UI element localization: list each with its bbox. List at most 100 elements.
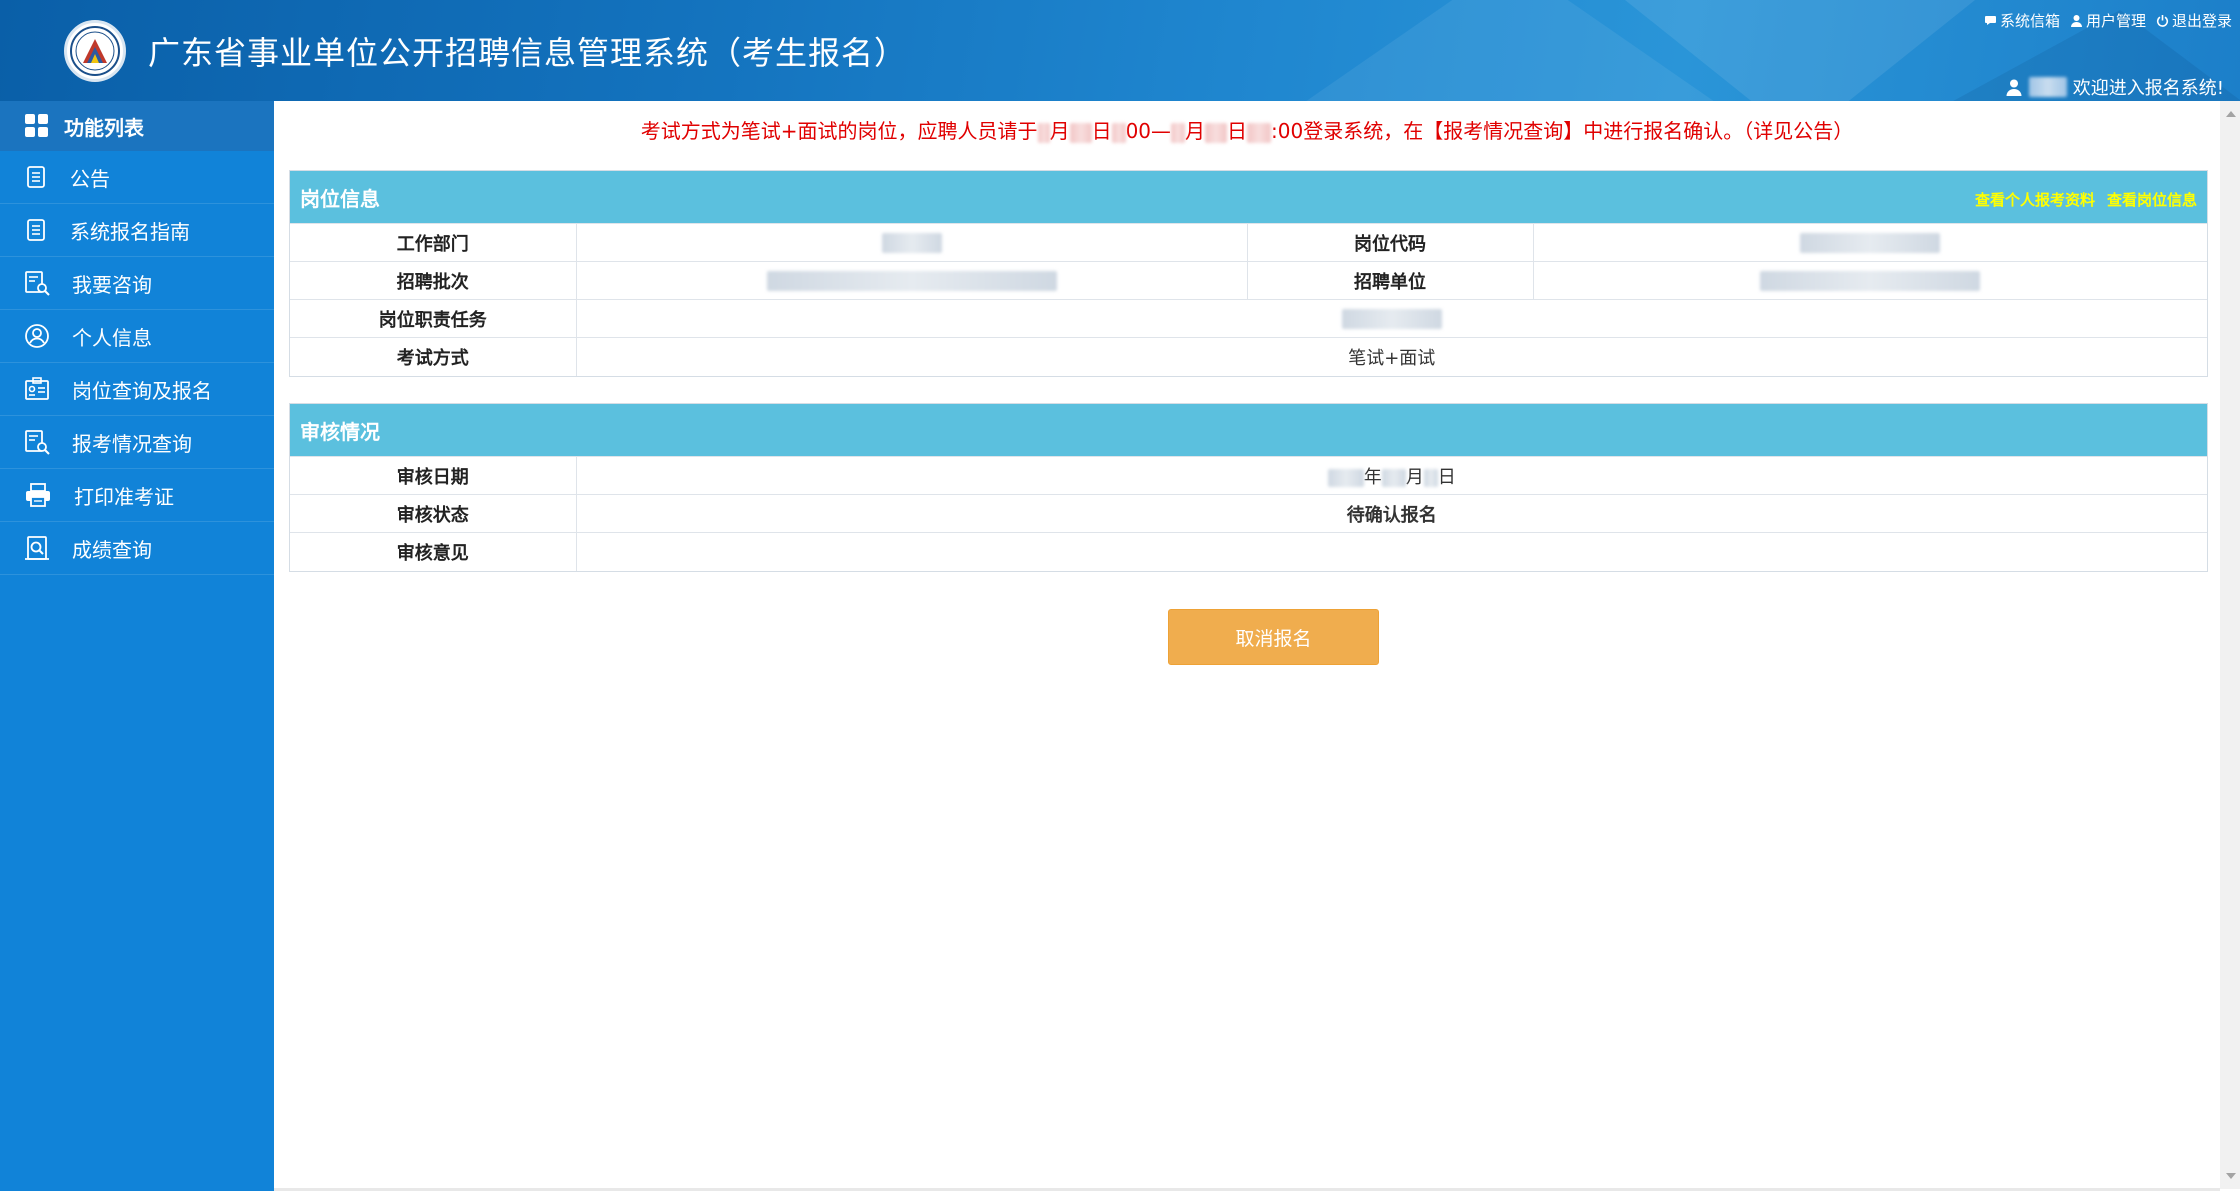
power-icon bbox=[2156, 15, 2169, 27]
panel-title: 岗位信息 bbox=[300, 186, 380, 211]
exam-method-value: 笔试+面试 bbox=[576, 337, 2207, 376]
field-label: 招聘单位 bbox=[1246, 261, 1534, 300]
notice-text: 日 bbox=[1091, 119, 1112, 143]
notice-text: 日 bbox=[1227, 119, 1248, 143]
redacted-value bbox=[766, 271, 1057, 291]
user-management-link[interactable]: 用户管理 bbox=[2070, 10, 2146, 31]
document-search-icon bbox=[25, 271, 50, 296]
redacted-value bbox=[1205, 122, 1228, 143]
panel-links: 查看个人报考资料 查看岗位信息 bbox=[1975, 189, 2197, 210]
sidebar-item-label: 岗位查询及报名 bbox=[72, 378, 212, 403]
field-label: 岗位职责任务 bbox=[290, 299, 577, 338]
redacted-username bbox=[2028, 77, 2067, 97]
review-table: 审核日期 年 月日 审核状态 待确认报名 审核意见 bbox=[290, 456, 2207, 571]
registration-notice: 考试方式为笔试+面试的岗位，应聘人员请于月日 00— 月日:00登录系统，在【报考情… bbox=[274, 115, 2220, 144]
table-row: 审核日期 年 月日 bbox=[290, 456, 2207, 495]
document-search-icon bbox=[25, 430, 50, 455]
date-part: 日 bbox=[1437, 466, 1456, 488]
sidebar-item-label: 公告 bbox=[70, 166, 110, 191]
review-status-value: 待确认报名 bbox=[576, 494, 2207, 533]
table-row: 考试方式 笔试+面试 bbox=[290, 337, 2207, 376]
sidebar-item-label: 成绩查询 bbox=[72, 537, 152, 562]
printer-icon bbox=[26, 483, 50, 507]
top-header: 广东省事业单位公开招聘信息管理系统（考生报名） 系统信箱 用户管理 退出登录 欢… bbox=[0, 0, 2240, 101]
duty-value bbox=[576, 299, 2207, 338]
page-title: 广东省事业单位公开招聘信息管理系统（考生报名） bbox=[148, 34, 908, 72]
redacted-value bbox=[1327, 468, 1364, 487]
position-code-value bbox=[1533, 223, 2207, 262]
sidebar-item-label: 系统报名指南 bbox=[70, 219, 190, 244]
sidebar-item-label: 打印准考证 bbox=[74, 484, 174, 509]
sidebar-item-label: 个人信息 bbox=[72, 325, 152, 350]
unit-value bbox=[1533, 261, 2207, 300]
vertical-scrollbar[interactable] bbox=[2220, 101, 2240, 1189]
date-part: 月 bbox=[1405, 466, 1424, 488]
sidebar-item-print-admission[interactable]: 打印准考证 bbox=[0, 469, 274, 522]
redacted-value bbox=[1760, 271, 1981, 291]
welcome-message: 欢迎进入报名系统! bbox=[2005, 74, 2224, 100]
table-row: 岗位职责任务 bbox=[290, 299, 2207, 338]
notice-text: 00— bbox=[1125, 119, 1172, 143]
redacted-value bbox=[1171, 122, 1186, 143]
sidebar-item-label: 我要咨询 bbox=[72, 272, 152, 297]
user-icon bbox=[2006, 79, 2022, 96]
field-label: 考试方式 bbox=[290, 337, 577, 376]
scroll-up-icon[interactable] bbox=[2226, 111, 2236, 117]
document-list-icon bbox=[27, 219, 45, 241]
sidebar-item-personal-info[interactable]: 个人信息 bbox=[0, 310, 274, 363]
sidebar-item-application-status[interactable]: 报考情况查询 bbox=[0, 416, 274, 469]
logout-link[interactable]: 退出登录 bbox=[2156, 10, 2232, 31]
sidebar-item-score-query[interactable]: 成绩查询 bbox=[0, 522, 274, 575]
sidebar-item-consult[interactable]: 我要咨询 bbox=[0, 257, 274, 310]
view-profile-link[interactable]: 查看个人报考资料 bbox=[1975, 189, 2095, 210]
document-list-icon bbox=[27, 166, 45, 188]
field-label: 工作部门 bbox=[290, 223, 577, 262]
id-card-search-icon bbox=[25, 377, 49, 400]
date-part: 年 bbox=[1363, 466, 1382, 488]
notice-text: 月 bbox=[1185, 119, 1206, 143]
welcome-text: 欢迎进入报名系统! bbox=[2072, 78, 2224, 99]
table-row: 审核意见 bbox=[290, 532, 2207, 571]
field-label: 岗位代码 bbox=[1246, 223, 1534, 262]
batch-value bbox=[576, 261, 1247, 300]
sidebar-item-label: 报考情况查询 bbox=[72, 431, 192, 456]
grid-icon bbox=[25, 114, 48, 137]
sidebar-item-announcement[interactable]: 公告 bbox=[0, 151, 274, 204]
review-date-value: 年 月日 bbox=[576, 456, 2207, 495]
cancel-registration-button[interactable]: 取消报名 bbox=[1168, 609, 1379, 665]
user-circle-icon bbox=[25, 324, 49, 348]
redacted-value bbox=[881, 233, 942, 253]
redacted-value bbox=[1069, 122, 1092, 143]
scroll-down-icon[interactable] bbox=[2226, 1173, 2236, 1179]
field-label: 审核状态 bbox=[290, 494, 577, 533]
logout-link-label: 退出登录 bbox=[2171, 12, 2232, 30]
table-row: 招聘批次 招聘单位 bbox=[290, 261, 2207, 300]
redacted-value bbox=[1800, 233, 1941, 253]
notice-text: :00登录系统，在【报考情况查询】中进行报名确认。（详见公告） bbox=[1271, 119, 1854, 143]
score-search-icon bbox=[25, 536, 49, 560]
message-icon bbox=[1984, 16, 1996, 25]
redacted-value bbox=[1423, 468, 1438, 487]
redacted-value bbox=[1037, 122, 1050, 143]
user-management-link-label: 用户管理 bbox=[2085, 12, 2146, 30]
redacted-value bbox=[1341, 309, 1442, 329]
field-label: 审核日期 bbox=[290, 456, 577, 495]
panel-title: 审核情况 bbox=[300, 419, 380, 444]
mailbox-link-label: 系统信箱 bbox=[1999, 12, 2060, 30]
redacted-value bbox=[1111, 122, 1126, 143]
panel-header: 岗位信息 查看个人报考资料 查看岗位信息 bbox=[290, 171, 2207, 223]
sidebar-heading: 功能列表 bbox=[0, 101, 274, 151]
field-label: 招聘批次 bbox=[290, 261, 577, 300]
top-links: 系统信箱 用户管理 退出登录 bbox=[1984, 10, 2232, 31]
field-label: 审核意见 bbox=[290, 532, 577, 571]
redacted-value bbox=[1381, 468, 1406, 487]
dept-value bbox=[576, 223, 1247, 262]
panel-header: 审核情况 bbox=[290, 404, 2207, 456]
main-content: 考试方式为笔试+面试的岗位，应聘人员请于月日 00— 月日:00登录系统，在【报考情… bbox=[274, 101, 2220, 1189]
sidebar-item-position-search[interactable]: 岗位查询及报名 bbox=[0, 363, 274, 416]
sidebar-item-guide[interactable]: 系统报名指南 bbox=[0, 204, 274, 257]
mailbox-link[interactable]: 系统信箱 bbox=[1984, 10, 2060, 31]
notice-text: 月 bbox=[1049, 119, 1070, 143]
view-position-link[interactable]: 查看岗位信息 bbox=[2107, 189, 2197, 210]
review-opinion-value bbox=[576, 532, 2207, 571]
